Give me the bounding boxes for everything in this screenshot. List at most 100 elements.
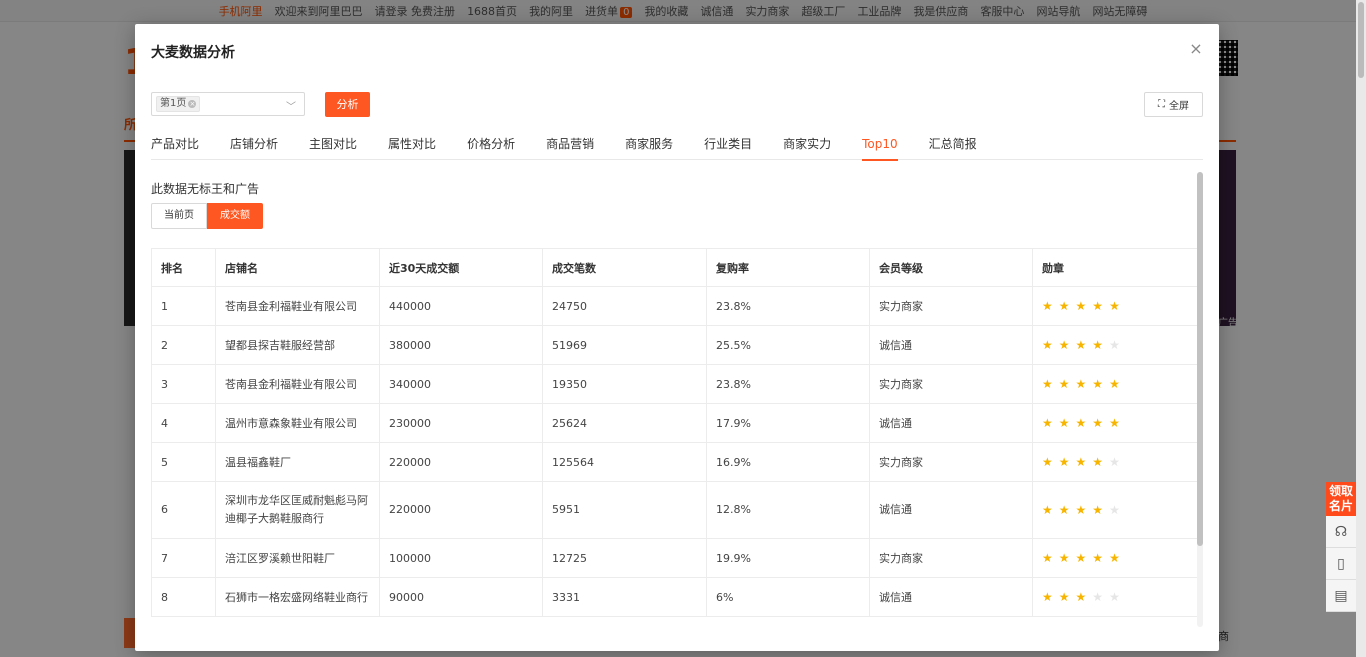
shop-name-cell[interactable]: 望都县探吉鞋服经营部: [215, 325, 380, 365]
tab-3[interactable]: 属性对比: [388, 130, 436, 160]
star-rating: ★★★★★: [1042, 338, 1126, 352]
tab-5[interactable]: 商品营销: [546, 130, 594, 160]
medal-stars-cell: ★★★★★: [1032, 577, 1197, 617]
col-rank[interactable]: 排名: [151, 248, 216, 287]
col-sales[interactable]: 近30天成交额: [379, 248, 543, 287]
col-medal[interactable]: 勋章: [1032, 248, 1197, 287]
sales-cell: 220000: [379, 481, 543, 539]
fullscreen-button[interactable]: ⛶ 全屏: [1144, 92, 1203, 117]
close-icon[interactable]: ×: [1189, 41, 1203, 57]
repurchase-cell: 12.8%: [706, 481, 870, 539]
tab-4[interactable]: 价格分析: [467, 130, 515, 160]
tab-8[interactable]: 商家实力: [783, 130, 831, 160]
shop-name-cell[interactable]: 温州市意森象鞋业有限公司: [215, 403, 380, 443]
star-icon: ★: [1109, 299, 1126, 313]
rank-cell: 3: [151, 364, 216, 404]
star-rating: ★★★★★: [1042, 551, 1126, 565]
rank-cell: 5: [151, 442, 216, 482]
star-icon: ★: [1075, 502, 1093, 517]
repurchase-cell: 25.5%: [706, 325, 870, 365]
data-analysis-modal: 大麦数据分析 × 第1页 × ﹀ 分析 ⛶ 全屏 产品对比 店铺分析 主图对比 属性对比…: [135, 24, 1219, 651]
star-icon: ★: [1092, 455, 1110, 469]
orders-cell: 5951: [542, 481, 707, 539]
medal-stars-cell: ★★★★★: [1032, 481, 1197, 539]
star-icon: ★: [1109, 551, 1126, 565]
table-row: 6 深圳市龙华区匡威耐魁彪马阿迪椰子大鹅鞋服商行 220000 5951 12.8% 诚信…: [151, 481, 1197, 539]
star-icon: ★: [1042, 416, 1059, 430]
shop-name-cell[interactable]: 温县福鑫鞋厂: [215, 442, 380, 482]
tab-0[interactable]: 产品对比: [151, 130, 199, 160]
member-level-cell: 诚信通: [869, 577, 1033, 617]
shop-name-cell[interactable]: 深圳市龙华区匡威耐魁彪马阿迪椰子大鹅鞋服商行: [215, 481, 380, 539]
headset-icon[interactable]: ☊: [1326, 516, 1356, 548]
sales-cell: 440000: [379, 286, 543, 326]
tab-10[interactable]: 汇总简报: [929, 130, 977, 160]
phone-icon[interactable]: ▯: [1326, 548, 1356, 580]
star-icon: ★: [1042, 455, 1059, 469]
medal-stars-cell: ★★★★★: [1032, 403, 1197, 443]
toggle-current-page[interactable]: 当前页: [151, 203, 207, 229]
page-scrollbar-thumb[interactable]: [1358, 2, 1364, 78]
rank-cell: 2: [151, 325, 216, 365]
page-tag-label: 第1页: [160, 98, 187, 109]
page-select[interactable]: 第1页 × ﹀: [151, 92, 305, 116]
star-icon: ★: [1075, 590, 1093, 604]
star-rating: ★★★★★: [1042, 455, 1126, 469]
star-icon: ★: [1109, 502, 1126, 517]
feedback-icon[interactable]: ▤: [1326, 580, 1356, 612]
shop-name-cell[interactable]: 苍南县金利福鞋业有限公司: [215, 286, 380, 326]
tab-2[interactable]: 主图对比: [309, 130, 357, 160]
modal-title: 大麦数据分析: [151, 45, 235, 61]
table-row: 8 石狮市一格宏盛网络鞋业商行 90000 3331 6% 诚信通 ★★★★★: [151, 577, 1197, 617]
rank-cell: 6: [151, 481, 216, 539]
member-level-cell: 实力商家: [869, 538, 1033, 578]
col-orders[interactable]: 成交笔数: [542, 248, 707, 287]
medal-stars-cell: ★★★★★: [1032, 538, 1197, 578]
get-card-button[interactable]: 领取 名片: [1326, 482, 1356, 516]
repurchase-cell: 23.8%: [706, 286, 870, 326]
star-rating: ★★★★★: [1042, 590, 1126, 604]
shop-name-cell[interactable]: 涪江区罗溪赖世阳鞋厂: [215, 538, 380, 578]
rank-cell: 8: [151, 577, 216, 617]
repurchase-cell: 19.9%: [706, 538, 870, 578]
tab-7[interactable]: 行业类目: [704, 130, 752, 160]
col-repurchase[interactable]: 复购率: [706, 248, 870, 287]
table-scrollbar[interactable]: [1197, 172, 1203, 627]
col-shop[interactable]: 店铺名: [215, 248, 380, 287]
page-scrollbar[interactable]: [1356, 0, 1366, 657]
medal-stars-cell: ★★★★★: [1032, 442, 1197, 482]
data-note: 此数据无标王和广告: [151, 182, 260, 196]
table-scrollbar-thumb[interactable]: [1197, 172, 1203, 546]
medal-stars-cell: ★★★★★: [1032, 325, 1197, 365]
table-header-row: 排名 店铺名 近30天成交额 成交笔数 复购率 会员等级 勋章: [151, 248, 1197, 287]
col-level[interactable]: 会员等级: [869, 248, 1033, 287]
repurchase-cell: 16.9%: [706, 442, 870, 482]
shop-name-cell[interactable]: 苍南县金利福鞋业有限公司: [215, 364, 380, 404]
analyze-button[interactable]: 分析: [325, 92, 370, 117]
star-icon: ★: [1109, 590, 1126, 604]
orders-cell: 3331: [542, 577, 707, 617]
tag-remove-icon[interactable]: ×: [188, 100, 197, 108]
fullscreen-label: 全屏: [1169, 101, 1189, 112]
tab-6[interactable]: 商家服务: [625, 130, 673, 160]
tab-1[interactable]: 店铺分析: [230, 130, 278, 160]
star-icon: ★: [1075, 416, 1093, 430]
tab-9[interactable]: Top10: [862, 130, 898, 161]
table-row: 4 温州市意森象鞋业有限公司 230000 25624 17.9% 诚信通 ★★★★★: [151, 403, 1197, 443]
shop-name-cell[interactable]: 石狮市一格宏盛网络鞋业商行: [215, 577, 380, 617]
toggle-sales-amount[interactable]: 成交额: [207, 203, 263, 229]
table-row: 3 苍南县金利福鞋业有限公司 340000 19350 23.8% 实力商家 ★★★★★: [151, 364, 1197, 404]
sales-cell: 230000: [379, 403, 543, 443]
star-icon: ★: [1075, 551, 1093, 565]
star-icon: ★: [1042, 338, 1059, 352]
medal-stars-cell: ★★★★★: [1032, 286, 1197, 326]
star-rating: ★★★★★: [1042, 416, 1126, 430]
star-icon: ★: [1092, 551, 1110, 565]
star-icon: ★: [1042, 590, 1059, 604]
page-tag: 第1页 ×: [156, 96, 201, 112]
star-icon: ★: [1075, 455, 1093, 469]
medal-stars-cell: ★★★★★: [1032, 364, 1197, 404]
orders-cell: 51969: [542, 325, 707, 365]
orders-cell: 24750: [542, 286, 707, 326]
sales-cell: 340000: [379, 364, 543, 404]
